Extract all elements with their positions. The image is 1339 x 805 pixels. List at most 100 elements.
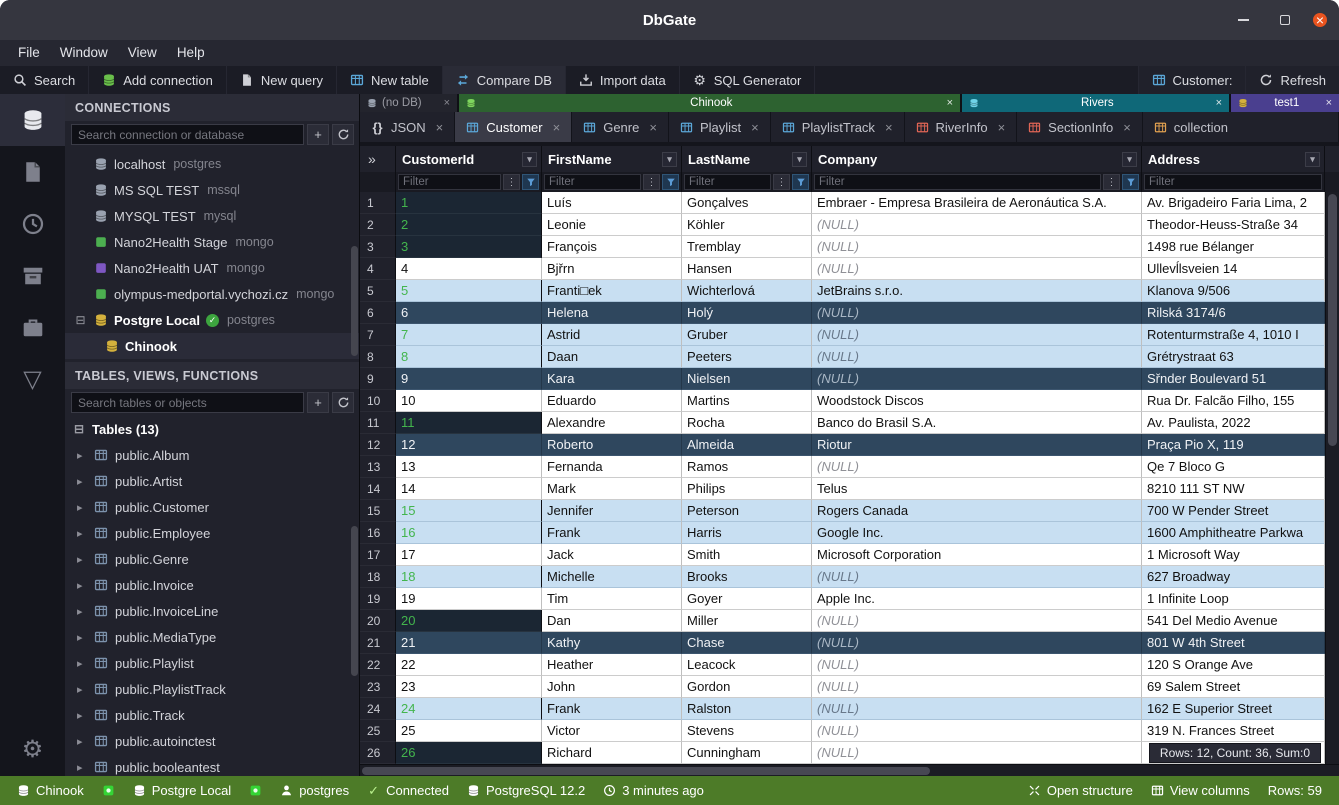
cell-customerid[interactable]: 16 [396, 522, 542, 544]
table-item-public-playlisttrack[interactable]: ▸public.PlaylistTrack [65, 676, 359, 702]
cell-firstname[interactable]: Helena [542, 302, 682, 324]
cell-firstname[interactable]: Victor [542, 720, 682, 742]
column-menu-button-firstname[interactable]: ▾ [662, 152, 677, 167]
filter-menu-button-firstname[interactable]: ⋮ [643, 174, 660, 190]
cell-customerid[interactable]: 17 [396, 544, 542, 566]
cell-customerid[interactable]: 24 [396, 698, 542, 720]
cell-company[interactable]: (NULL) [812, 236, 1142, 258]
toolbar-new-table-button[interactable]: New table [337, 66, 443, 94]
db-tab-chinook[interactable]: Chinook× [459, 94, 960, 112]
cell-company[interactable]: Telus [812, 478, 1142, 500]
grid-vertical-scrollbar[interactable] [1325, 192, 1339, 764]
toolbar-sql-generator-button[interactable]: ⚙SQL Generator [680, 66, 816, 94]
chevron-right-icon[interactable]: ▸ [77, 553, 87, 566]
table-item-public-mediatype[interactable]: ▸public.MediaType [65, 624, 359, 650]
cell-address[interactable]: 319 N. Frances Street [1142, 720, 1325, 742]
row-number[interactable]: 2 [360, 214, 396, 236]
row-number[interactable]: 13 [360, 456, 396, 478]
filter-funnel-button-customerid[interactable] [522, 174, 539, 190]
cell-customerid[interactable]: 19 [396, 588, 542, 610]
file-tab-json[interactable]: {}JSON× [360, 112, 455, 142]
row-number[interactable]: 14 [360, 478, 396, 500]
close-button[interactable]: × [1313, 13, 1327, 27]
row-number[interactable]: 1 [360, 192, 396, 214]
cell-firstname[interactable]: Tim [542, 588, 682, 610]
cell-address[interactable]: 627 Broadway [1142, 566, 1325, 588]
cell-lastname[interactable]: Peterson [682, 500, 812, 522]
cell-company[interactable]: Banco do Brasil S.A. [812, 412, 1142, 434]
rail-plugins-button[interactable] [0, 302, 65, 354]
chevron-right-icon[interactable]: ▸ [77, 449, 87, 462]
cell-lastname[interactable]: Holý [682, 302, 812, 324]
table-item-public-artist[interactable]: ▸public.Artist [65, 468, 359, 494]
rail-query-designer-button[interactable]: ▽ [0, 354, 65, 406]
filter-menu-button-lastname[interactable]: ⋮ [773, 174, 790, 190]
cell-lastname[interactable]: Miller [682, 610, 812, 632]
filter-input-firstname[interactable] [544, 174, 641, 190]
cell-customerid[interactable]: 12 [396, 434, 542, 456]
row-number[interactable]: 21 [360, 632, 396, 654]
cell-lastname[interactable]: Gonçalves [682, 192, 812, 214]
cell-company[interactable]: (NULL) [812, 214, 1142, 236]
rail-files-button[interactable] [0, 146, 65, 198]
filter-input-lastname[interactable] [684, 174, 771, 190]
connection-item-localhost[interactable]: localhostpostgres [65, 151, 359, 177]
rail-connections-button[interactable] [0, 94, 65, 146]
cell-company[interactable]: (NULL) [812, 720, 1142, 742]
close-icon[interactable]: × [1326, 97, 1332, 109]
cell-address[interactable]: Av. Brigadeiro Faria Lima, 2 [1142, 192, 1325, 214]
cell-customerid[interactable]: 14 [396, 478, 542, 500]
cell-lastname[interactable]: Stevens [682, 720, 812, 742]
cell-address[interactable]: Rua Dr. Falcão Filho, 155 [1142, 390, 1325, 412]
row-number[interactable]: 25 [360, 720, 396, 742]
cell-firstname[interactable]: Jack [542, 544, 682, 566]
horizontal-scroll-thumb[interactable] [362, 767, 930, 775]
collapse-box-icon[interactable]: ⊟ [73, 423, 85, 435]
cell-lastname[interactable]: Wichterlová [682, 280, 812, 302]
cell-company[interactable]: (NULL) [812, 302, 1142, 324]
connection-item-nano2health-uat[interactable]: Nano2Health UATmongo [65, 255, 359, 281]
tables-search-input[interactable] [71, 392, 304, 413]
cell-firstname[interactable]: Daan [542, 346, 682, 368]
row-number[interactable]: 4 [360, 258, 396, 280]
column-menu-button-address[interactable]: ▾ [1305, 152, 1320, 167]
file-tab-genre[interactable]: Genre× [572, 112, 669, 142]
chevron-right-icon[interactable]: ▸ [77, 527, 87, 540]
connections-search-input[interactable] [71, 124, 304, 145]
table-item-public-playlist[interactable]: ▸public.Playlist [65, 650, 359, 676]
cell-address[interactable]: Rilská 3174/6 [1142, 302, 1325, 324]
file-tab-playlisttrack[interactable]: PlaylistTrack× [771, 112, 905, 142]
cell-address[interactable]: Grétrystraat 63 [1142, 346, 1325, 368]
cell-customerid[interactable]: 6 [396, 302, 542, 324]
connection-item-olympus-medportal-vychozi-cz[interactable]: olympus-medportal.vychozi.czmongo [65, 281, 359, 307]
table-item-public-album[interactable]: ▸public.Album [65, 442, 359, 468]
cell-address[interactable]: Rotenturmstraße 4, 1010 I [1142, 324, 1325, 346]
cell-lastname[interactable]: Martins [682, 390, 812, 412]
cell-company[interactable]: (NULL) [812, 346, 1142, 368]
cell-address[interactable]: 162 E Superior Street [1142, 698, 1325, 720]
cell-lastname[interactable]: Smith [682, 544, 812, 566]
toolbar-add-connection-button[interactable]: Add connection [89, 66, 227, 94]
column-header-address[interactable]: Address▾ [1142, 146, 1325, 172]
row-number[interactable]: 17 [360, 544, 396, 566]
db-tab-no-db[interactable]: (no DB)× [360, 94, 457, 112]
cell-firstname[interactable]: Leonie [542, 214, 682, 236]
cell-customerid[interactable]: 7 [396, 324, 542, 346]
chevron-right-icon[interactable]: ▸ [77, 683, 87, 696]
cell-company[interactable]: (NULL) [812, 610, 1142, 632]
status-view-columns[interactable]: View columns [1142, 783, 1259, 798]
table-item-public-genre[interactable]: ▸public.Genre [65, 546, 359, 572]
add-object-button[interactable]: + [307, 392, 329, 413]
cell-firstname[interactable]: Heather [542, 654, 682, 676]
vertical-scroll-thumb[interactable] [1328, 194, 1337, 446]
table-item-public-autoinctest[interactable]: ▸public.autoinctest [65, 728, 359, 754]
cell-lastname[interactable]: Gordon [682, 676, 812, 698]
menu-view[interactable]: View [118, 40, 167, 66]
grid-corner-header[interactable]: » [360, 146, 396, 172]
cell-company[interactable]: Woodstock Discos [812, 390, 1142, 412]
close-icon[interactable]: × [751, 120, 759, 135]
cell-customerid[interactable]: 26 [396, 742, 542, 764]
cell-company[interactable]: (NULL) [812, 632, 1142, 654]
file-tab-customer[interactable]: Customer× [455, 112, 572, 142]
row-number[interactable]: 16 [360, 522, 396, 544]
